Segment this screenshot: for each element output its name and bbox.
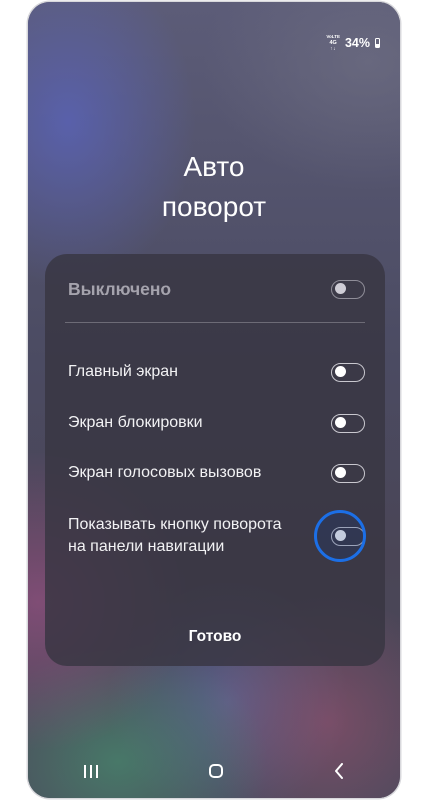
phone-screen: VoLTE 4G ↑↓ 34% Авто поворот Выключено Г… — [28, 2, 400, 798]
navigation-bar — [28, 752, 400, 790]
option-row-home-screen[interactable]: Главный экран — [68, 361, 365, 383]
signal-icon: VoLTE 4G ↑↓ — [326, 34, 340, 52]
option-row-voice-call-screen[interactable]: Экран голосовых вызовов — [68, 462, 365, 484]
dialog-title: Авто поворот — [28, 147, 400, 227]
option-label-lock-screen: Экран блокировки — [68, 414, 203, 431]
option-label-nav-rotate-button: Показывать кнопку поворота на панели нав… — [68, 514, 282, 558]
home-icon[interactable] — [208, 764, 223, 778]
recent-apps-icon[interactable] — [83, 764, 98, 778]
option-row-lock-screen[interactable]: Экран блокировки — [68, 412, 365, 434]
option-label-voice-call-screen: Экран голосовых вызовов — [68, 464, 262, 481]
title-line-1: Авто — [183, 151, 245, 182]
option-label-line-2: на панели навигации — [68, 538, 225, 555]
back-icon[interactable] — [334, 763, 344, 779]
master-toggle-row[interactable]: Выключено — [68, 278, 365, 300]
data-arrows-icon: ↑↓ — [330, 46, 337, 52]
auto-rotate-panel: Выключено Главный экран Экран блокировки… — [45, 254, 385, 666]
master-toggle-label: Выключено — [68, 279, 172, 299]
master-toggle-switch[interactable] — [331, 279, 365, 299]
lock-screen-toggle[interactable] — [331, 413, 365, 433]
battery-percent: 34% — [344, 36, 370, 50]
voice-call-screen-toggle[interactable] — [331, 463, 365, 483]
divider — [65, 322, 365, 323]
highlight-ring — [314, 510, 366, 562]
title-line-2: поворот — [161, 191, 267, 222]
done-button[interactable]: Готово — [45, 628, 385, 646]
home-screen-toggle[interactable] — [331, 362, 365, 382]
option-label-home-screen: Главный экран — [68, 363, 179, 380]
battery-icon — [375, 38, 380, 48]
option-label-line-1: Показывать кнопку поворота — [68, 516, 282, 533]
status-bar: VoLTE 4G ↑↓ 34% — [326, 34, 380, 52]
